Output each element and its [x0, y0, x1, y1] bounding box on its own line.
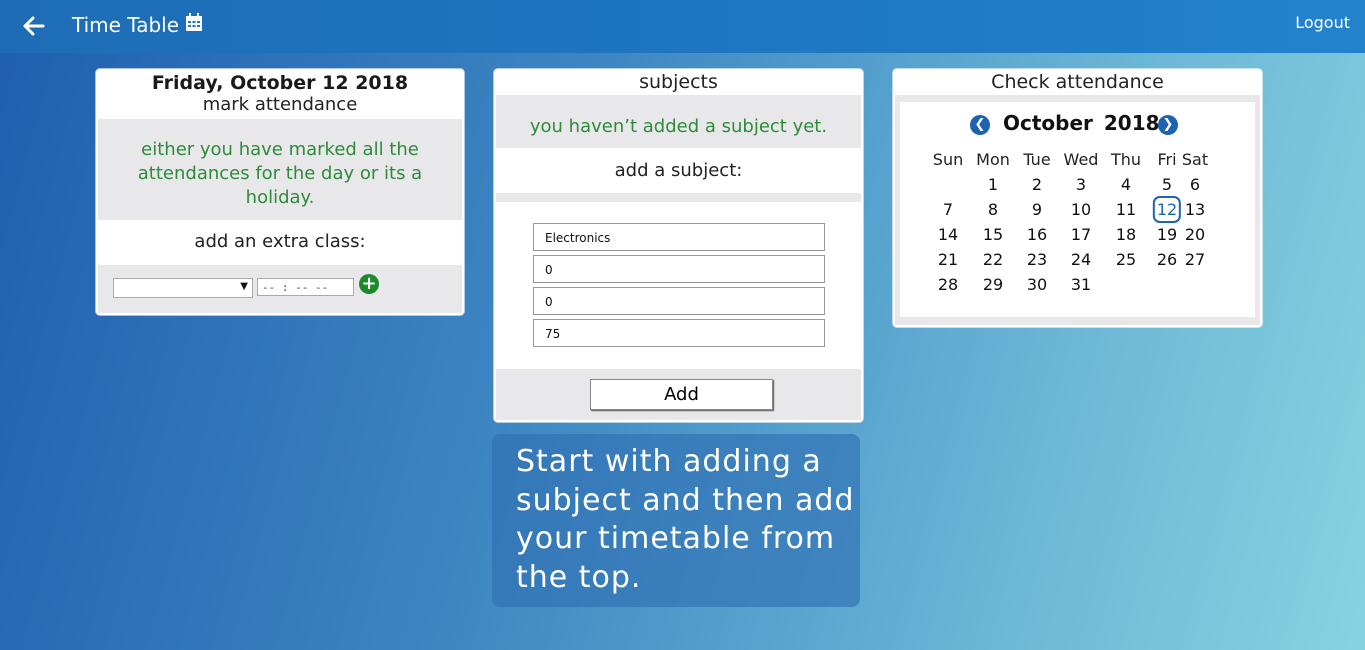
calendar-day[interactable]: 15: [983, 225, 1003, 244]
time-input[interactable]: -- : -- --: [257, 278, 354, 296]
add-button-bar: Add: [496, 369, 861, 420]
extra-class-label: add an extra class:: [194, 231, 366, 252]
weekday-header: Fri: [1157, 150, 1177, 169]
app-title: Time Table: [72, 12, 203, 37]
subjects-card: subjects you haven’t added a subject yet…: [494, 69, 863, 422]
calendar-day[interactable]: 26: [1157, 250, 1177, 269]
calendar-day[interactable]: 1: [988, 175, 998, 194]
weekday-header: Mon: [976, 150, 1010, 169]
divider: [496, 193, 861, 202]
check-attendance-card: Check attendance ❮ October 2018 ❯ Sun Mon…: [893, 69, 1262, 327]
calendar-day[interactable]: 5: [1162, 175, 1172, 194]
year-name: 2018: [1103, 111, 1160, 135]
calendar-day[interactable]: 30: [1027, 275, 1047, 294]
subject-name-field[interactable]: Electronics: [533, 223, 825, 251]
subject-attended-field[interactable]: 0: [533, 255, 825, 283]
add-subject-label: add a subject:: [614, 160, 743, 181]
subject-select[interactable]: ▼: [113, 278, 253, 298]
calendar-day[interactable]: 2: [1032, 175, 1042, 194]
tip-text: Start with adding a subject and then add…: [516, 444, 855, 595]
subjects-message-box: you haven’t added a subject yet.: [496, 95, 861, 148]
subject-total-field[interactable]: 0: [533, 287, 825, 315]
calendar-day[interactable]: 20: [1185, 225, 1205, 244]
subjects-heading: subjects: [639, 71, 718, 93]
calendar-day[interactable]: 23: [1027, 250, 1047, 269]
check-attendance-heading: Check attendance: [991, 71, 1164, 93]
calendar-day[interactable]: 14: [938, 225, 958, 244]
calendar-day[interactable]: 17: [1071, 225, 1091, 244]
attendance-message: either you have marked all the attendanc…: [137, 139, 423, 208]
weekday-header: Sun: [932, 150, 964, 169]
attendance-message-box: either you have marked all the attendanc…: [98, 119, 462, 220]
calendar-day[interactable]: 3: [1076, 175, 1086, 194]
next-month-icon[interactable]: ❯: [1158, 115, 1178, 135]
calendar-day[interactable]: 27: [1185, 250, 1205, 269]
weekday-header: Thu: [1110, 150, 1142, 169]
back-arrow-icon[interactable]: [22, 14, 46, 38]
weekday-header: Tue: [1023, 150, 1051, 169]
calendar-frame: ❮ October 2018 ❯ Sun Mon Tue Wed Thu Fri Sat 1 2…: [895, 95, 1260, 325]
calendar-day-today[interactable]: 12: [1152, 196, 1182, 223]
mark-attendance-subtitle: mark attendance: [202, 94, 358, 115]
no-subject-message: you haven’t added a subject yet.: [529, 116, 828, 137]
calendar: ❮ October 2018 ❯ Sun Mon Tue Wed Thu Fri Sat 1 2…: [900, 102, 1255, 317]
month-label: October 2018: [1003, 111, 1160, 135]
mark-attendance-card: Friday, October 12 2018 mark attendance …: [96, 69, 464, 315]
calendar-day[interactable]: 29: [983, 275, 1003, 294]
prev-month-icon[interactable]: ❮: [970, 115, 990, 135]
weekday-header: Sat: [1181, 150, 1209, 169]
calendar-day[interactable]: 31: [1071, 275, 1091, 294]
calendar-day[interactable]: 11: [1116, 200, 1136, 219]
date-title: Friday, October 12 2018: [151, 72, 409, 94]
add-subject-button[interactable]: Add: [590, 379, 773, 410]
calendar-day[interactable]: 7: [943, 200, 953, 219]
top-bar: Time Table Logout: [0, 0, 1365, 53]
month-name: October: [1003, 111, 1093, 135]
logout-link[interactable]: Logout: [1295, 13, 1350, 32]
calendar-day[interactable]: 25: [1116, 250, 1136, 269]
plus-circle-icon[interactable]: +: [359, 274, 379, 294]
calendar-day[interactable]: 9: [1032, 200, 1042, 219]
calendar-day[interactable]: 21: [938, 250, 958, 269]
extra-class-row: ▼ -- : -- -- +: [98, 265, 462, 313]
calendar-icon: [185, 12, 203, 37]
calendar-day[interactable]: 18: [1116, 225, 1136, 244]
calendar-day[interactable]: 22: [983, 250, 1003, 269]
calendar-day[interactable]: 16: [1027, 225, 1047, 244]
calendar-day[interactable]: 4: [1121, 175, 1131, 194]
calendar-day[interactable]: 6: [1190, 175, 1200, 194]
calendar-day[interactable]: 19: [1157, 225, 1177, 244]
subject-target-field[interactable]: 75: [533, 319, 825, 347]
tip-box: Start with adding a subject and then add…: [492, 434, 860, 607]
dropdown-arrow-icon: ▼: [240, 281, 248, 292]
weekday-header: Wed: [1063, 150, 1099, 169]
calendar-day[interactable]: 10: [1071, 200, 1091, 219]
calendar-day[interactable]: 13: [1185, 200, 1205, 219]
app-title-text: Time Table: [72, 12, 180, 37]
calendar-day[interactable]: 24: [1071, 250, 1091, 269]
calendar-day[interactable]: 28: [938, 275, 958, 294]
calendar-day[interactable]: 8: [988, 200, 998, 219]
